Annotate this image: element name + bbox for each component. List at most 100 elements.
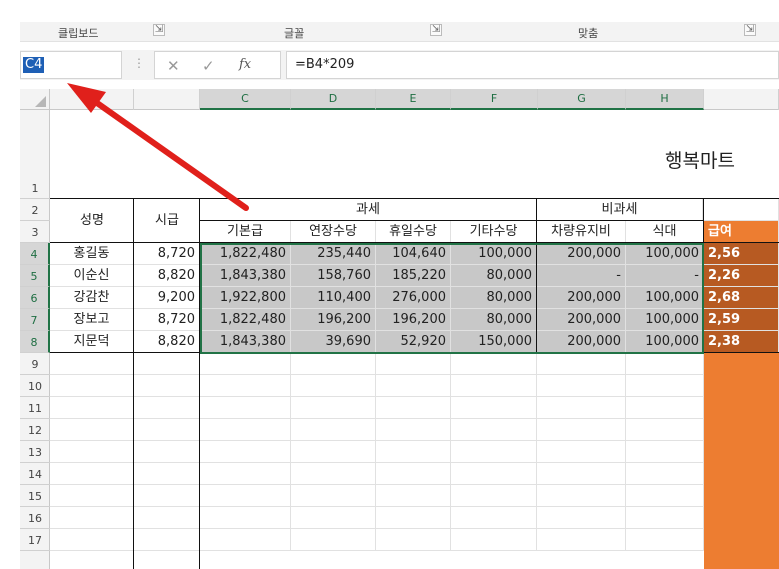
empty-cell[interactable] (451, 353, 537, 375)
empty-cell[interactable] (626, 397, 704, 419)
empty-cell[interactable] (537, 353, 626, 375)
cell-vehicle[interactable]: 200,000 (537, 287, 626, 309)
font-launcher-icon[interactable]: ⇲ (430, 24, 442, 36)
worksheet-grid[interactable]: 행복마트 성명 시급 과세 비과세 기본급 연장수당 휴일수당 기타수당 차량유… (50, 110, 779, 569)
empty-cell[interactable] (134, 353, 200, 375)
cell-wage[interactable]: 8,720 (134, 309, 200, 331)
empty-cell[interactable] (50, 419, 134, 441)
empty-cell[interactable] (376, 375, 451, 397)
cell-wage[interactable]: 8,820 (134, 265, 200, 287)
cell-base-pay[interactable]: 1,843,380 (200, 265, 291, 287)
name-box[interactable]: C4 (20, 51, 122, 79)
header-vehicle[interactable]: 차량유지비 (537, 221, 626, 243)
formula-input[interactable]: =B4*209 (286, 51, 779, 79)
cell-meal[interactable]: - (626, 265, 704, 287)
cell-meal[interactable]: 100,000 (626, 287, 704, 309)
column-header-e[interactable]: E (376, 89, 451, 110)
cell-meal[interactable]: 100,000 (626, 331, 704, 353)
empty-cell[interactable] (451, 375, 537, 397)
cell-vehicle[interactable]: 200,000 (537, 243, 626, 265)
column-header-b-2[interactable] (134, 89, 200, 110)
row-header-7[interactable]: 7 (20, 309, 50, 331)
header-holiday[interactable]: 휴일수당 (376, 221, 451, 243)
column-header-c[interactable]: C (200, 89, 291, 110)
empty-cell[interactable] (537, 397, 626, 419)
empty-cell[interactable] (626, 375, 704, 397)
column-header-f[interactable]: F (451, 89, 538, 110)
empty-cell[interactable] (376, 463, 451, 485)
cell-vehicle[interactable]: 200,000 (537, 309, 626, 331)
cell-vehicle[interactable]: 200,000 (537, 331, 626, 353)
cell-base-pay[interactable]: 1,922,800 (200, 287, 291, 309)
column-header-b[interactable]: B (50, 89, 134, 110)
insert-function-button[interactable]: fx (239, 57, 251, 72)
row-header-1[interactable]: 1 (20, 110, 50, 199)
row-header-14[interactable]: 14 (20, 463, 50, 485)
empty-cell[interactable] (200, 463, 291, 485)
empty-cell[interactable] (291, 485, 376, 507)
header-name[interactable]: 성명 (50, 199, 134, 243)
empty-cell[interactable] (537, 375, 626, 397)
cell-vehicle[interactable]: - (537, 265, 626, 287)
row-header-17[interactable]: 17 (20, 529, 50, 551)
empty-cell[interactable] (451, 485, 537, 507)
empty-cell[interactable] (626, 441, 704, 463)
cell-meal[interactable]: 100,000 (626, 309, 704, 331)
row-header-2[interactable]: 2 (20, 199, 50, 221)
select-all-button[interactable] (20, 89, 50, 110)
empty-cell[interactable] (291, 375, 376, 397)
empty-cell[interactable] (451, 507, 537, 529)
empty-cell[interactable] (134, 485, 200, 507)
row-header-16[interactable]: 16 (20, 507, 50, 529)
cell-other[interactable]: 100,000 (451, 243, 537, 265)
row-header-11[interactable]: 11 (20, 397, 50, 419)
empty-cell[interactable] (50, 507, 134, 529)
cell-other[interactable]: 80,000 (451, 287, 537, 309)
empty-cell[interactable] (200, 419, 291, 441)
cell-holiday[interactable]: 276,000 (376, 287, 451, 309)
column-header-g[interactable]: G (538, 89, 626, 110)
cell-name[interactable]: 이순신 (50, 265, 134, 287)
column-header-i[interactable] (704, 89, 779, 110)
cell-holiday[interactable]: 52,920 (376, 331, 451, 353)
column-header-d[interactable]: D (291, 89, 376, 110)
empty-cell[interactable] (626, 353, 704, 375)
column-header-h[interactable]: H (626, 89, 704, 110)
cell-overtime[interactable]: 110,400 (291, 287, 376, 309)
empty-cell[interactable] (291, 441, 376, 463)
empty-cell[interactable] (50, 375, 134, 397)
cell-holiday[interactable]: 104,640 (376, 243, 451, 265)
empty-cell[interactable] (200, 353, 291, 375)
empty-cell[interactable] (50, 397, 134, 419)
cell-overtime[interactable]: 196,200 (291, 309, 376, 331)
empty-cell[interactable] (134, 419, 200, 441)
cell-total[interactable]: 2,26 (704, 265, 779, 287)
empty-cell[interactable] (376, 441, 451, 463)
empty-cell[interactable] (200, 441, 291, 463)
formula-bar-grip-icon[interactable]: ⋮ (133, 56, 145, 70)
empty-cell[interactable] (626, 529, 704, 551)
row-header-12[interactable]: 12 (20, 419, 50, 441)
header-meal[interactable]: 식대 (626, 221, 704, 243)
alignment-launcher-icon[interactable]: ⇲ (744, 24, 756, 36)
header-overtime[interactable]: 연장수당 (291, 221, 376, 243)
header-total-blank[interactable] (703, 199, 779, 221)
cell-other[interactable]: 80,000 (451, 309, 537, 331)
cell-total[interactable]: 2,68 (704, 287, 779, 309)
empty-cell[interactable] (626, 507, 704, 529)
cell-holiday[interactable]: 185,220 (376, 265, 451, 287)
empty-cell[interactable] (626, 485, 704, 507)
cell-other[interactable]: 80,000 (451, 265, 537, 287)
empty-cell[interactable] (200, 397, 291, 419)
row-header-4[interactable]: 4 (20, 243, 50, 265)
empty-cell[interactable] (376, 353, 451, 375)
empty-cell[interactable] (134, 529, 200, 551)
cell-overtime[interactable]: 158,760 (291, 265, 376, 287)
cell-name[interactable]: 강감찬 (50, 287, 134, 309)
empty-cell[interactable] (134, 441, 200, 463)
cell-meal[interactable]: 100,000 (626, 243, 704, 265)
header-total[interactable]: 급여 (704, 221, 779, 243)
empty-cell[interactable] (451, 419, 537, 441)
row-header-5[interactable]: 5 (20, 265, 50, 287)
cell-overtime[interactable]: 39,690 (291, 331, 376, 353)
